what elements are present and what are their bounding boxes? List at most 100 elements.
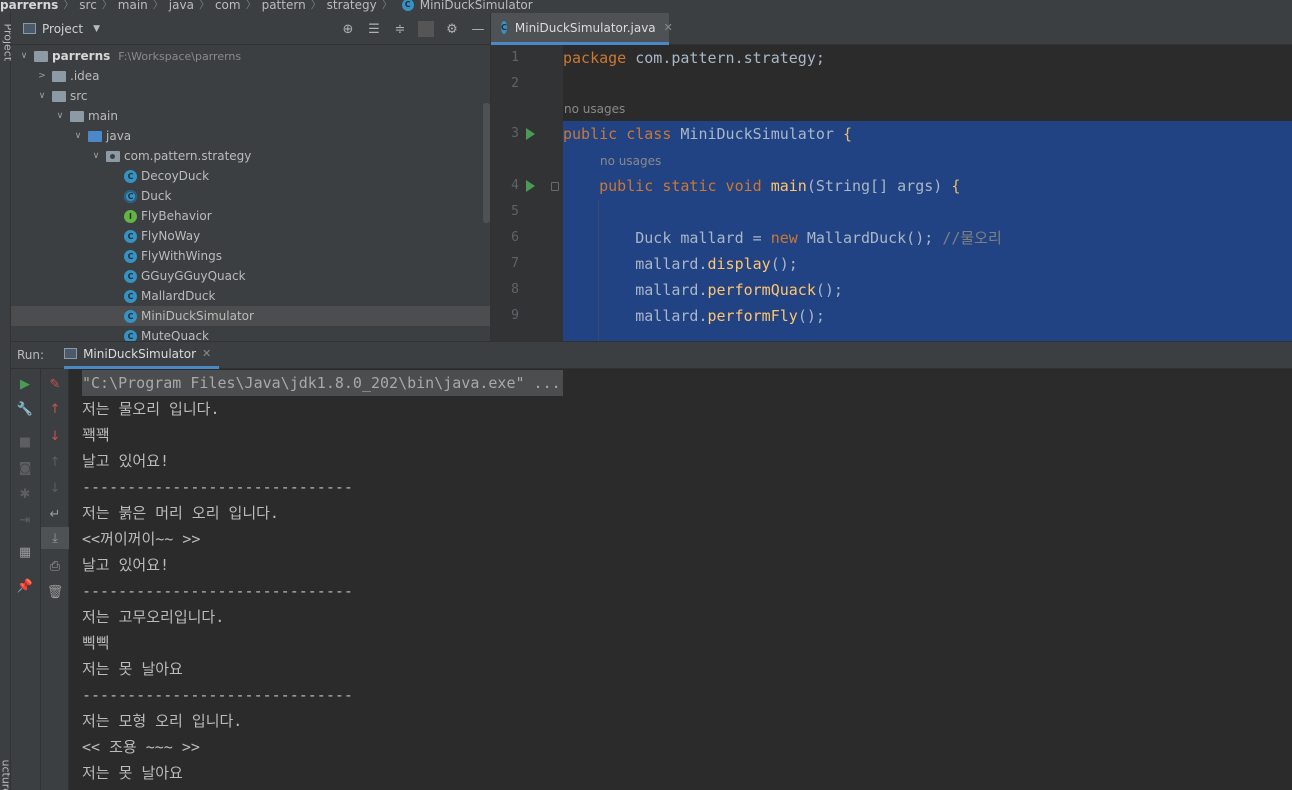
tree-item[interactable]: C Duck: [11, 186, 490, 206]
tree-item[interactable]: C DecoyDuck: [11, 166, 490, 186]
tree-item[interactable]: C FlyWithWings: [11, 246, 490, 266]
trash-icon[interactable]: 🗑: [41, 581, 69, 603]
bug-icon[interactable]: ✱: [11, 483, 39, 505]
chevron-down-icon[interactable]: ∨: [18, 51, 30, 61]
tree-item-label: FlyBehavior: [141, 209, 212, 223]
breadcrumb-item[interactable]: parrerns: [0, 0, 60, 11]
collapse-all-icon[interactable]: ≑: [392, 22, 408, 37]
stop-icon[interactable]: ■: [11, 431, 39, 453]
breadcrumb-item[interactable]: strategy: [325, 0, 379, 11]
breadcrumb-item[interactable]: MiniDuckSimulator: [418, 0, 535, 11]
code-token: main: [770, 177, 807, 195]
tree-item[interactable]: C FlyNoWay: [11, 226, 490, 246]
tree-item[interactable]: C MiniDuckSimulator: [11, 306, 490, 326]
run-console[interactable]: "C:\Program Files\Java\jdk1.8.0_202\bin\…: [70, 369, 1292, 790]
print-icon[interactable]: ⎙: [41, 555, 69, 577]
editor-gutter: 1 2 3 4 5 6 7 8 9: [491, 45, 563, 341]
console-output-line: <<꺼이꺼이~~ >>: [82, 530, 201, 548]
code-line: public static void main(String[] args) {: [563, 173, 1292, 199]
console-command: "C:\Program Files\Java\jdk1.8.0_202\bin\…: [82, 370, 563, 396]
code-line: mallard.performFly();: [563, 303, 1292, 329]
package-icon: [106, 150, 120, 162]
run-class-icon[interactable]: [526, 128, 535, 140]
code-line: Duck mallard = new MallardDuck(); //물오리: [563, 225, 1292, 251]
code-token: Duck mallard =: [563, 229, 771, 247]
chevron-right-icon[interactable]: >: [36, 71, 48, 81]
project-scrollbar[interactable]: [483, 103, 490, 223]
tree-item[interactable]: C MuteQuack: [11, 326, 490, 341]
code-token: (String[] args): [806, 177, 952, 195]
run-tab[interactable]: MiniDuckSimulator ✕: [64, 341, 220, 369]
clear-icon[interactable]: ✎: [41, 373, 69, 395]
chevron-down-icon[interactable]: ∨: [72, 131, 84, 141]
project-title[interactable]: Project: [42, 22, 83, 36]
layout-icon[interactable]: ▦: [11, 541, 39, 563]
up-arrow-icon[interactable]: ↑: [41, 398, 69, 420]
no-usages-hint[interactable]: no usages: [564, 100, 625, 118]
java-class-icon: C: [124, 289, 137, 303]
settings-icon[interactable]: ⚙: [444, 22, 460, 37]
line-number: 9: [511, 308, 519, 323]
down-arrow-icon[interactable]: ↓: [41, 425, 69, 447]
run-tab-label: MiniDuckSimulator: [83, 346, 196, 361]
close-icon[interactable]: ✕: [202, 347, 211, 360]
minimize-icon[interactable]: —: [470, 22, 486, 37]
console-output-line: 저는 고무오리입니다.: [82, 608, 225, 626]
code-token: performQuack: [707, 281, 816, 299]
line-number: 6: [511, 230, 519, 245]
next-occurrence-icon[interactable]: ↓: [41, 477, 69, 499]
locate-icon[interactable]: ⊕: [340, 22, 356, 37]
breadcrumb-separator: 〉: [63, 0, 75, 11]
code-area[interactable]: package com.pattern.strategy; public clas…: [563, 45, 1292, 341]
tree-item-label: MallardDuck: [141, 289, 216, 303]
folder-icon: [52, 90, 66, 102]
tree-item[interactable]: ∨ parrerns F:\Workspace\parrerns: [11, 46, 490, 66]
expand-all-icon[interactable]: ☰: [366, 22, 382, 37]
line-number: 5: [511, 204, 519, 219]
tree-item-label: GGuyGGuyQuack: [141, 269, 246, 283]
wrench-icon[interactable]: 🔧: [11, 398, 39, 420]
soft-wrap-icon[interactable]: ↵: [41, 503, 69, 525]
editor-tab[interactable]: C MiniDuckSimulator.java ✕: [491, 13, 673, 45]
chevron-down-icon[interactable]: ∨: [36, 91, 48, 101]
prev-occurrence-icon[interactable]: ↑: [41, 451, 69, 473]
code-token: public static void: [563, 177, 771, 195]
breadcrumb-item[interactable]: pattern: [260, 0, 308, 11]
scroll-to-end-icon[interactable]: ⤓: [41, 527, 69, 549]
tree-item[interactable]: C MallardDuck: [11, 286, 490, 306]
run-main-icon[interactable]: [526, 180, 535, 192]
code-token: {: [951, 177, 961, 195]
console-output-line: 꽥꽥: [82, 426, 110, 444]
breadcrumb-item[interactable]: com: [213, 0, 243, 11]
tree-item[interactable]: I FlyBehavior: [11, 206, 490, 226]
chevron-down-icon[interactable]: ∨: [90, 151, 102, 161]
tree-item[interactable]: ∨ com.pattern.strategy: [11, 146, 490, 166]
pin-icon[interactable]: 📌: [11, 575, 39, 597]
console-output-line: 저는 모형 오리 입니다.: [82, 712, 243, 730]
tree-item[interactable]: > .idea: [11, 66, 490, 86]
code-line: mallard.display();: [563, 251, 1292, 277]
breadcrumb-item[interactable]: main: [116, 0, 150, 11]
tree-item[interactable]: ∨ src: [11, 86, 490, 106]
rerun-icon[interactable]: ▶: [11, 373, 39, 395]
fold-icon[interactable]: [551, 182, 559, 191]
breadcrumb-separator: 〉: [152, 0, 164, 11]
breadcrumb-item[interactable]: src: [77, 0, 99, 11]
code-line: package com.pattern.strategy;: [563, 45, 1292, 71]
console-output-line: 삑삑: [82, 634, 110, 652]
console-output-line: 날고 있어요!: [82, 452, 170, 470]
chevron-down-icon[interactable]: ▼: [93, 24, 100, 34]
no-usages-hint[interactable]: no usages: [600, 152, 661, 170]
tree-item[interactable]: ∨ main: [11, 106, 490, 126]
exit-icon[interactable]: ⇥: [11, 509, 39, 531]
editor-tab-label: MiniDuckSimulator.java: [514, 20, 656, 35]
tree-item-label: main: [88, 109, 118, 123]
camera-icon[interactable]: ◙: [11, 457, 39, 479]
tree-item[interactable]: ∨ java: [11, 126, 490, 146]
code-token: mallard.: [563, 307, 708, 325]
line-number: 8: [511, 282, 519, 297]
close-icon[interactable]: ✕: [664, 21, 673, 34]
chevron-down-icon[interactable]: ∨: [54, 111, 66, 121]
breadcrumb-item[interactable]: java: [167, 0, 196, 11]
tree-item[interactable]: C GGuyGGuyQuack: [11, 266, 490, 286]
